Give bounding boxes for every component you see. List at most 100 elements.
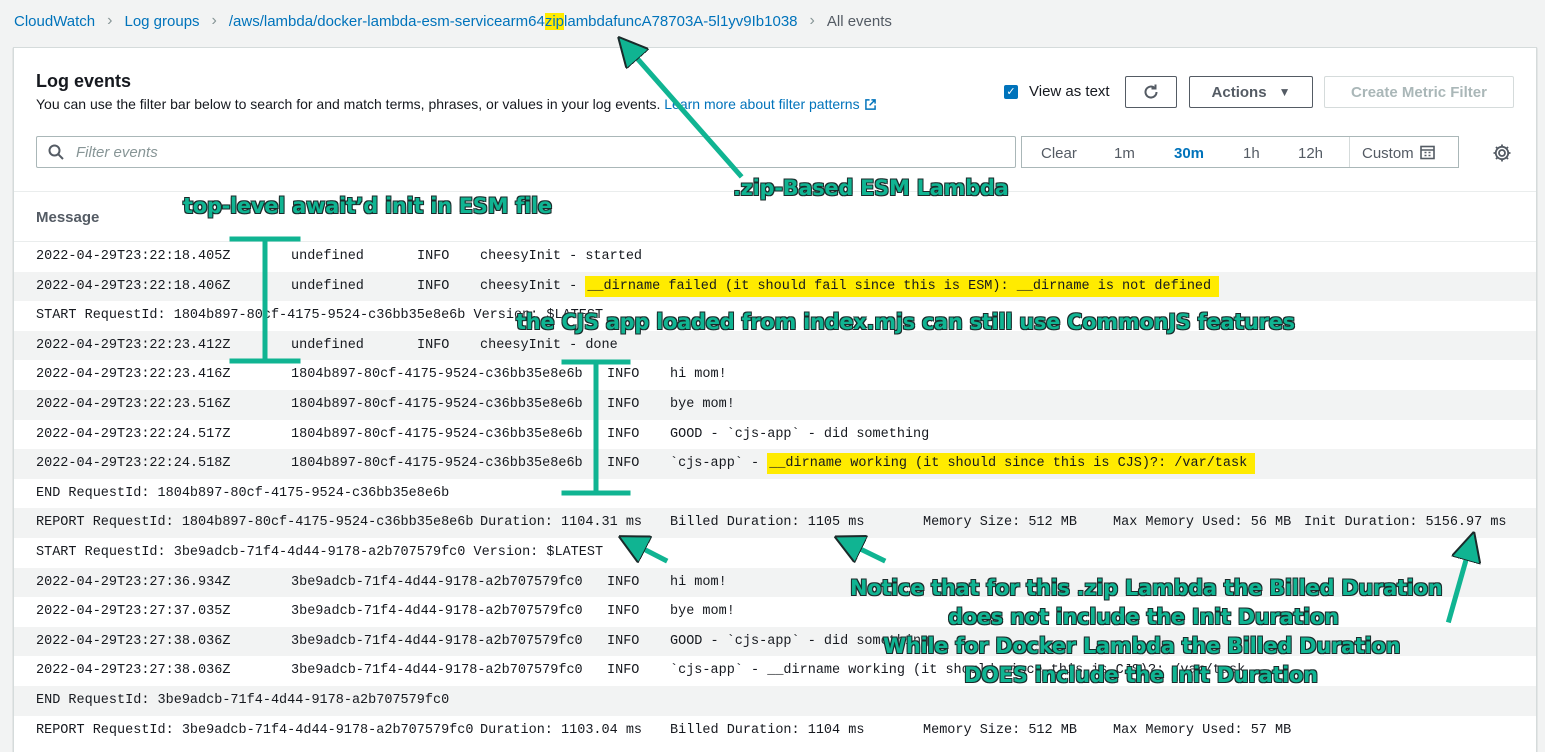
log-request-id: 1804b897-80cf-4175-9524-c36bb35e8e6b [291, 456, 583, 472]
report-field: REPORT RequestId: 3be9adcb-71f4-4d44-917… [36, 722, 474, 738]
report-field: Max Memory Used: 56 MB [1113, 515, 1292, 531]
log-level: INFO [607, 663, 640, 679]
log-row[interactable]: REPORT RequestId: 3be9adcb-71f4-4d44-917… [14, 716, 1536, 746]
check-icon[interactable]: ✓ [1004, 84, 1018, 99]
breadcrumb-log-groups[interactable]: Log groups [124, 13, 199, 30]
log-line: END RequestId: 3be9adcb-71f4-4d44-9178-a… [36, 692, 450, 708]
actions-button[interactable]: Actions ▼ [1189, 76, 1313, 108]
log-request-id: 3be9adcb-71f4-4d44-9178-a2b707579fc0 [291, 574, 583, 590]
annotation-note-line-1: Notice that for this .zip Lambda the Bil… [850, 576, 1443, 600]
log-row[interactable]: END RequestId: 3be9adcb-71f4-4d44-9178-a… [14, 685, 1536, 716]
page-title: Log events [36, 71, 132, 91]
log-message: hi mom! [670, 574, 727, 590]
log-message-text: `cjs-app` - [670, 456, 768, 472]
external-link-icon [864, 99, 876, 110]
log-timestamp: 2022-04-29T23:27:38.036Z [36, 633, 231, 649]
log-request-id: undefined [291, 337, 364, 353]
log-request-id: 1804b897-80cf-4175-9524-c36bb35e8e6b [291, 367, 583, 383]
report-field: Init Duration: 5156.97 ms [1304, 515, 1507, 531]
log-request-id: 3be9adcb-71f4-4d44-9178-a2b707579fc0 [291, 633, 583, 649]
log-message-highlight: __dirname failed (it should fail since t… [585, 275, 1220, 297]
log-level: INFO [607, 396, 640, 412]
log-group-name-highlight: zip [544, 12, 565, 30]
chevron-right-icon: › [211, 12, 217, 29]
learn-more-link[interactable]: Learn more about filter patterns [664, 96, 859, 112]
log-message: cheesyInit - done [480, 337, 618, 353]
log-request-id: 3be9adcb-71f4-4d44-9178-a2b707579fc0 [291, 663, 583, 679]
breadcrumb-cloudwatch[interactable]: CloudWatch [14, 13, 95, 30]
divider [1349, 137, 1350, 167]
create-metric-filter-button[interactable]: Create Metric Filter [1324, 76, 1514, 108]
log-level: INFO [607, 426, 640, 442]
log-level: INFO [607, 367, 640, 383]
time-range-clear[interactable]: Clear [1041, 145, 1077, 162]
log-row[interactable]: START RequestId: 3be9adcb-71f4-4d44-9178… [14, 538, 1536, 568]
log-row[interactable]: 2022-04-29T23:22:23.412Z undefined INFO che… [14, 330, 1536, 361]
search-icon [48, 144, 64, 160]
log-message: bye mom! [670, 604, 735, 620]
log-row[interactable]: 2022-04-29T23:22:24.518Z 1804b897-80cf-41… [14, 449, 1536, 479]
log-timestamp: 2022-04-29T23:22:24.517Z [36, 426, 231, 442]
panel-header: Log events You can use the filter bar be… [14, 48, 1536, 192]
breadcrumb-log-group[interactable]: /aws/lambda/docker-lambda-esm-servicearm… [228, 12, 798, 30]
log-timestamp: 2022-04-29T23:27:37.035Z [36, 604, 231, 620]
log-message: bye mom! [670, 396, 735, 412]
report-field: Billed Duration: 1105 ms [670, 515, 865, 531]
log-level: INFO [607, 574, 640, 590]
annotation-cjs-app: the CJS app loaded from index.mjs can st… [516, 310, 1295, 334]
log-group-name-start: /aws/lambda/docker-lambda-esm-servicearm… [228, 12, 545, 30]
time-range-1m[interactable]: 1m [1114, 145, 1135, 162]
annotation-note-line-3: While for Docker Lambda the Billed Durat… [883, 634, 1401, 658]
report-field: Duration: 1103.04 ms [480, 722, 643, 738]
log-level: INFO [417, 278, 450, 294]
time-range-12h[interactable]: 12h [1298, 145, 1323, 162]
view-as-text-toggle[interactable]: ✓ View as text [1004, 83, 1110, 100]
chevron-right-icon: › [107, 12, 113, 29]
report-field: REPORT RequestId: 1804b897-80cf-4175-952… [36, 515, 474, 531]
time-range-custom[interactable]: Custom [1362, 145, 1435, 162]
log-line: START RequestId: 3be9adcb-71f4-4d44-9178… [36, 544, 604, 560]
log-row[interactable]: 2022-04-29T23:22:18.406Z undefined INFO che… [14, 271, 1536, 302]
filter-events-input[interactable] [74, 142, 978, 162]
annotation-note-line-2: does not include the Init Duration [948, 605, 1339, 629]
report-field: Max Memory Used: 57 MB [1113, 722, 1292, 738]
custom-label: Custom [1362, 145, 1414, 162]
log-timestamp: 2022-04-29T23:22:18.406Z [36, 278, 231, 294]
log-row[interactable]: 2022-04-29T23:22:18.405Z undefined INFO che… [14, 242, 1536, 272]
refresh-button[interactable] [1125, 76, 1177, 108]
log-request-id: 3be9adcb-71f4-4d44-9178-a2b707579fc0 [291, 604, 583, 620]
refresh-icon [1144, 84, 1158, 99]
log-row[interactable]: REPORT RequestId: 1804b897-80cf-4175-952… [14, 508, 1536, 538]
log-timestamp: 2022-04-29T23:27:38.036Z [36, 663, 231, 679]
actions-label: Actions [1211, 83, 1267, 101]
log-row[interactable]: 2022-04-29T23:22:23.516Z 1804b897-80cf-41… [14, 389, 1536, 420]
log-request-id: undefined [291, 249, 364, 264]
time-range-1h[interactable]: 1h [1243, 145, 1260, 162]
time-range-30m[interactable]: 30m [1174, 145, 1204, 162]
filter-bar [36, 136, 1016, 168]
log-level: INFO [607, 456, 640, 472]
log-row[interactable]: 2022-04-29T23:22:24.517Z 1804b897-80cf-41… [14, 420, 1536, 450]
message-column-header[interactable]: Message [36, 209, 99, 226]
log-request-id: 1804b897-80cf-4175-9524-c36bb35e8e6b [291, 426, 583, 442]
log-level: INFO [417, 249, 450, 264]
view-as-text-label: View as text [1029, 83, 1110, 100]
log-level: INFO [417, 337, 450, 353]
chevron-right-icon: › [809, 12, 815, 29]
report-field: Duration: 1104.31 ms [480, 515, 643, 531]
log-row[interactable]: END RequestId: 1804b897-80cf-4175-9524-c… [14, 479, 1536, 509]
log-message: `cjs-app` - __dirname working (it should… [670, 453, 1256, 475]
log-row[interactable]: 2022-04-29T23:22:23.416Z 1804b897-80cf-41… [14, 360, 1536, 390]
gear-icon[interactable] [1492, 143, 1512, 163]
panel-description: You can use the filter bar below to sear… [36, 96, 876, 112]
log-line: END RequestId: 1804b897-80cf-4175-9524-c… [36, 485, 450, 501]
log-timestamp: 2022-04-29T23:27:36.934Z [36, 574, 231, 590]
breadcrumb-current: All events [826, 12, 892, 30]
annotation-esm-init: top-level await’d init in ESM file [183, 194, 552, 218]
log-message: hi mom! [670, 367, 727, 383]
log-message-text: cheesyInit - [480, 278, 586, 294]
log-message: cheesyInit - started [480, 249, 643, 264]
log-request-id: 1804b897-80cf-4175-9524-c36bb35e8e6b [291, 396, 583, 412]
log-level: INFO [607, 604, 640, 620]
log-timestamp: 2022-04-29T23:22:23.416Z [36, 367, 231, 383]
